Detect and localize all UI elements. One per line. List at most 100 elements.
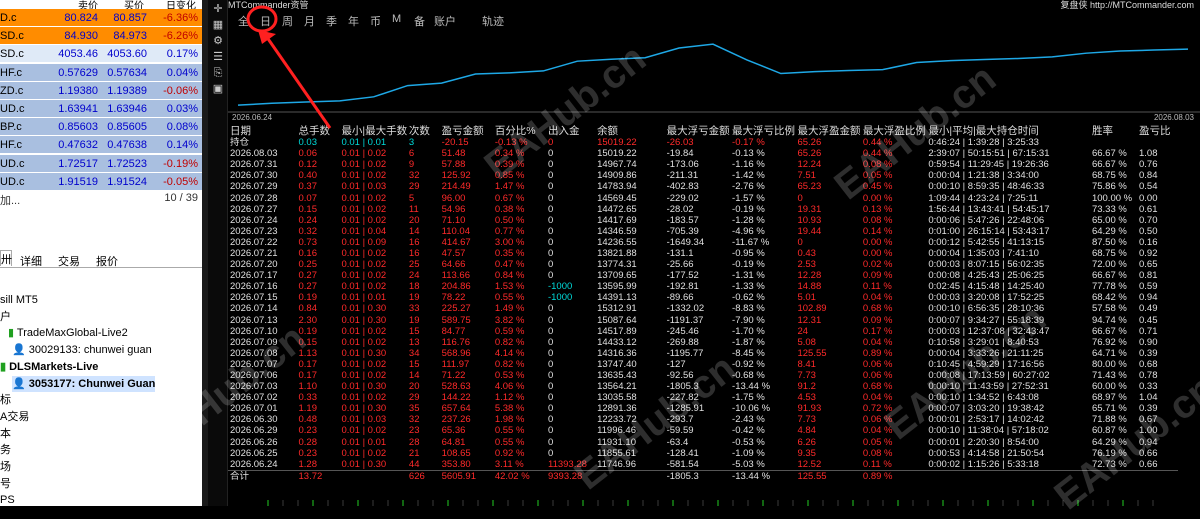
navigator-item[interactable]: A交易 xyxy=(0,409,29,425)
navigator-item[interactable]: sill MT5 xyxy=(0,292,38,308)
list-icon[interactable]: ☰ xyxy=(211,50,225,64)
column-header[interactable]: 百分比% xyxy=(493,125,546,137)
navigator-item[interactable]: PS xyxy=(0,492,15,506)
table-row[interactable]: 2026.07.23 0.32 0.01 | 0.04 14 110.04 0.77 % 0… xyxy=(228,226,1178,237)
header-change[interactable]: 日变化 xyxy=(166,0,196,9)
table-row[interactable]: 2026.07.10 0.19 0.01 | 0.02 15 84.77 0.59 % 0 1… xyxy=(228,326,1178,337)
quote-row[interactable]: UD.c 1.63941 1.63946 0.03% xyxy=(0,100,202,118)
quote-row[interactable]: HF.c 0.57629 0.57634 0.04% xyxy=(0,63,202,82)
table-row[interactable]: 2026.06.29 0.23 0.01 | 0.02 23 65.36 0.55 % 0 1… xyxy=(228,425,1178,436)
table-row[interactable]: 2026.06.30 0.48 0.01 | 0.03 32 237.26 1.98 % 0… xyxy=(228,414,1178,425)
table-row[interactable]: 2026.07.01 1.19 0.01 | 0.30 35 657.64 5.38 % 0… xyxy=(228,403,1178,414)
table-row[interactable]: 2026.07.21 0.16 0.01 | 0.02 16 47.57 0.35 % 0 1… xyxy=(228,248,1178,259)
column-header[interactable]: 盈亏金额 xyxy=(440,125,493,137)
nav-item[interactable]: 日 xyxy=(260,13,271,29)
column-header[interactable]: 最大浮盈比例 xyxy=(861,125,926,137)
header-ask[interactable]: 买价 xyxy=(124,0,144,9)
quote-row[interactable]: BP.c 0.85603 0.85605 0.08% xyxy=(0,118,202,137)
table-row[interactable]: 2026.07.07 0.17 0.01 | 0.02 15 111.97 0.82 % 0… xyxy=(228,359,1178,370)
nav-item[interactable]: 币 xyxy=(370,13,381,29)
table-row[interactable]: 2026.06.25 0.23 0.01 | 0.02 21 108.65 0.92 % 0… xyxy=(228,448,1178,459)
table-row[interactable]: 2026.07.14 0.84 0.01 | 0.30 33 225.27 1.49 % 0… xyxy=(228,303,1178,314)
table-row[interactable]: 2026.07.15 0.19 0.01 | 0.01 19 78.22 0.55 % -1… xyxy=(228,292,1178,303)
column-header[interactable]: 出入金 xyxy=(546,125,595,137)
tab-main[interactable]: 卅 xyxy=(0,250,12,266)
table-row[interactable]: 2026.07.16 0.27 0.01 | 0.02 18 204.86 1.53 % -… xyxy=(228,281,1178,292)
window-icon[interactable]: ▣ xyxy=(211,82,225,96)
nav-item[interactable]: M xyxy=(392,13,401,25)
table-cell: 4.84 xyxy=(797,425,816,437)
navigator-item[interactable]: ▮ DLSMarkets-Live xyxy=(0,359,98,375)
navigator-label: 本 xyxy=(0,427,11,440)
table-row[interactable]: 2026.07.27 0.15 0.01 | 0.02 11 54.96 0.38 % 0 1… xyxy=(228,204,1178,215)
table-cell: -0.62 % xyxy=(732,292,765,304)
table-cell: 54.96 xyxy=(441,203,466,215)
quote-row[interactable]: ZD.c 1.19380 1.19389 -0.06% xyxy=(0,81,202,100)
column-header[interactable]: 余额 xyxy=(595,125,665,137)
table-cell: 94.74 % xyxy=(1091,314,1127,326)
quote-row[interactable]: D.c 80.824 80.857 -6.36% xyxy=(0,9,202,27)
navigator-item[interactable]: 👤 30029133: chunwei guan xyxy=(12,342,152,358)
crosshair-icon[interactable]: ✛ xyxy=(211,2,225,16)
quote-row[interactable]: UD.c 1.72517 1.72523 -0.19% xyxy=(0,154,202,173)
table-row[interactable]: 2026.07.02 0.33 0.01 | 0.02 29 144.22 1.12 % 0… xyxy=(228,392,1178,403)
nav-item[interactable]: 季 xyxy=(326,13,337,29)
table-row[interactable]: 2026.07.08 1.13 0.01 | 0.30 34 568.96 4.14 % 0… xyxy=(228,348,1178,359)
navigator-item[interactable]: 👤 3053177: Chunwei Guan xyxy=(12,375,156,392)
column-header[interactable]: 最大浮亏比例 xyxy=(730,125,795,137)
table-row[interactable]: 2026.07.22 0.73 0.01 | 0.09 16 414.67 3.00 % 0… xyxy=(228,237,1178,248)
table-row[interactable]: 2026.06.26 0.28 0.01 | 0.01 28 64.81 0.55 % 0 1… xyxy=(228,437,1178,448)
export-icon[interactable]: ⎘ xyxy=(211,66,225,80)
table-row[interactable]: 2026.07.20 0.25 0.01 | 0.02 25 64.66 0.47 % 0 1… xyxy=(228,259,1178,270)
table-row[interactable]: 2026.07.29 0.37 0.01 | 0.03 29 214.49 1.47 % 0… xyxy=(228,181,1178,192)
nav-item[interactable]: 备 xyxy=(414,13,425,29)
nav-item[interactable]: 年 xyxy=(348,13,359,29)
column-header[interactable]: 盈亏比 xyxy=(1137,125,1178,137)
add-symbol-link[interactable]: 加... xyxy=(0,192,20,208)
brand-link[interactable]: 复盘侠 http://MTCommander.com xyxy=(1060,0,1194,11)
nav-item[interactable]: 账户 xyxy=(434,13,456,29)
column-header[interactable]: 胜率 xyxy=(1090,125,1137,137)
column-header[interactable]: 最小|最大手数 xyxy=(339,125,406,137)
grid-icon[interactable]: ▦ xyxy=(211,18,225,32)
navigator-item[interactable]: 务 xyxy=(0,442,11,458)
header-bid[interactable]: 卖价 xyxy=(78,0,98,9)
quote-row[interactable]: SD.c 4053.46 4053.60 0.17% xyxy=(0,45,202,64)
column-header[interactable]: 次数 xyxy=(407,125,440,137)
table-row[interactable]: 2026.07.09 0.15 0.01 | 0.02 13 116.76 0.82 % 0… xyxy=(228,337,1178,348)
table-row[interactable]: 2026.07.24 0.24 0.01 | 0.02 20 71.10 0.50 % 0 1… xyxy=(228,215,1178,226)
navigator-label: 30029133: chunwei guan xyxy=(28,344,152,357)
tab-trade[interactable]: 交易 xyxy=(58,253,80,269)
quote-row[interactable]: HF.c 0.47632 0.47638 0.14% xyxy=(0,136,202,155)
table-row[interactable]: 2026.07.03 1.10 0.01 | 0.30 20 528.63 4.06 % 0… xyxy=(228,381,1178,392)
table-row[interactable]: 2026.07.28 0.07 0.01 | 0.02 5 96.00 0.67 % 0 14… xyxy=(228,192,1178,204)
table-cell: 0.06 xyxy=(298,148,318,160)
column-header[interactable]: 最大浮盈金额 xyxy=(795,125,860,137)
nav-item[interactable]: 周 xyxy=(282,13,293,29)
nav-item[interactable]: 轨迹 xyxy=(482,13,504,29)
navigator-item[interactable]: 号 xyxy=(0,476,11,492)
tab-quotes[interactable]: 报价 xyxy=(96,253,118,269)
table-row[interactable]: 2026.06.24 1.28 0.01 | 0.30 44 353.80 3.11 % 1… xyxy=(228,459,1178,471)
table-row[interactable]: 2026.07.30 0.40 0.01 | 0.02 32 125.92 0.85 % 0… xyxy=(228,170,1178,181)
settings-icon[interactable]: ⚙ xyxy=(211,34,225,48)
table-row[interactable]: 2026.07.31 0.12 0.01 | 0.02 9 57.88 0.39 % 0 14… xyxy=(228,159,1178,170)
navigator-item[interactable]: 户 xyxy=(0,309,11,325)
navigator-item[interactable]: 本 xyxy=(0,426,11,442)
navigator-item[interactable]: 场 xyxy=(0,459,11,475)
column-header[interactable]: 最大浮亏金额 xyxy=(665,125,730,137)
tab-details[interactable]: 详细 xyxy=(20,253,42,269)
table-row[interactable]: 2026.07.06 0.17 0.01 | 0.02 14 71.22 0.53 % 0 1… xyxy=(228,370,1178,381)
column-header[interactable]: 最小|平均|最大持仓时间 xyxy=(926,125,1090,137)
nav-item[interactable]: 月 xyxy=(304,13,315,29)
column-header[interactable]: 日期 xyxy=(228,125,297,137)
table-row[interactable]: 2026.08.03 0.06 0.01 | 0.02 6 51.48 0.34 % 0 15… xyxy=(228,148,1178,159)
column-header[interactable]: 总手数 xyxy=(297,125,340,137)
navigator-item[interactable]: 标 xyxy=(0,392,11,408)
table-row[interactable]: 2026.07.17 0.27 0.01 | 0.02 24 113.66 0.84 % 0… xyxy=(228,270,1178,281)
table-row[interactable]: 2026.07.13 2.30 0.01 | 0.30 19 589.75 3.82 % 0… xyxy=(228,315,1178,326)
quote-row[interactable]: UD.c 1.91519 1.91524 -0.05% xyxy=(0,172,202,191)
nav-item[interactable]: 全 xyxy=(238,13,249,29)
quote-row[interactable]: SD.c 84.930 84.973 -6.26% xyxy=(0,27,202,46)
navigator-item[interactable]: ▮ TradeMaxGlobal-Live2 xyxy=(8,325,128,341)
